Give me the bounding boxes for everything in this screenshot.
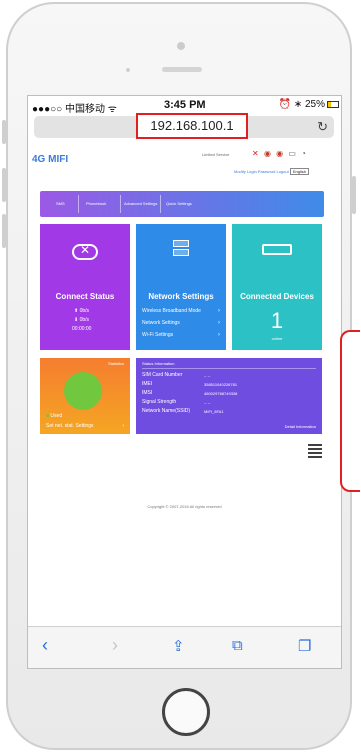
logout-link[interactable]: Logout	[276, 169, 288, 174]
detail-information-link[interactable]: Detail Information	[285, 424, 316, 429]
highlight-callout	[340, 330, 360, 492]
chevron-right-icon: ›	[218, 332, 220, 338]
earpiece-speaker	[162, 67, 202, 72]
chevron-right-icon: ›	[122, 423, 124, 429]
ssid-value: MIFI_5FA1	[204, 409, 224, 414]
back-icon[interactable]: ‹	[42, 635, 48, 656]
disconnected-icon: ✕	[80, 243, 91, 257]
device-count: 1	[270, 308, 284, 333]
menu-phonebook[interactable]: Phonebook	[86, 201, 106, 206]
tabs-icon[interactable]: ❐	[298, 637, 311, 655]
home-button[interactable]	[162, 688, 210, 736]
service-status: Limited Service	[202, 152, 230, 157]
sms-icon: ◉	[276, 149, 284, 158]
imei-value: 358511040226781	[204, 382, 238, 387]
sim-icon: ◉	[263, 149, 271, 158]
screen: ●●●○○ 中国移动 ᯤ 3:45 PM ⏰ ∗ 25% 192.168.100…	[27, 95, 342, 669]
chevron-right-icon: ›	[218, 320, 220, 326]
header-links: Modify Login Password Logout English	[234, 168, 309, 175]
download-rate: ⬇ 0b/s	[74, 317, 89, 323]
qr-code-icon	[308, 444, 322, 458]
clock: 3:45 PM	[164, 99, 206, 111]
connected-devices-card[interactable]: Connected Devices 1 online	[232, 224, 322, 350]
brand-logo: 4G MIFI	[32, 154, 69, 165]
menu-advanced-settings[interactable]: Advanced Settings	[124, 201, 157, 206]
menu-divider	[160, 195, 161, 213]
sim-card-label: SIM Card Number	[142, 372, 183, 378]
net-stat-settings-link[interactable]: Set net. stat. Settings	[46, 423, 94, 429]
status-information-title: Status Information	[142, 361, 175, 366]
divider	[142, 368, 316, 369]
address-bar[interactable]: 192.168.100.1 ↻	[34, 113, 334, 139]
signal-x-icon: ✕	[252, 149, 259, 158]
bookmarks-icon[interactable]: ⧉	[232, 637, 243, 654]
server-icon	[173, 240, 189, 260]
battery-icon	[327, 101, 339, 108]
connection-duration: 00:00:00	[72, 326, 92, 332]
forward-icon[interactable]: ›	[112, 635, 118, 656]
wireless-broadband-mode-link[interactable]: Wireless Broadband Mode	[142, 308, 201, 314]
imsi-label: IMSI	[142, 390, 153, 396]
statistics-title: Statistics	[107, 361, 124, 366]
menu-divider	[120, 195, 121, 213]
upload-value: 0b/s	[79, 308, 90, 314]
connected-devices-title: Connected Devices	[240, 292, 314, 301]
share-icon[interactable]: ⇪	[172, 637, 185, 655]
battery-text: ⏰ ∗ 25%	[278, 99, 325, 110]
signal-strength-label: Signal Strength	[142, 399, 177, 405]
used-legend-label: Used	[50, 413, 63, 419]
upload-rate: ⬆ 0b/s	[74, 308, 89, 314]
language-select[interactable]: English	[289, 168, 309, 175]
usage-pie-chart	[64, 372, 102, 410]
statistics-card: Statistics ■ Used Set net. stat. Setting…	[40, 358, 130, 434]
url-field[interactable]: 192.168.100.1	[136, 113, 248, 139]
menu-quick-settings[interactable]: Quick Settings	[166, 201, 192, 206]
connect-status-card[interactable]: ✕ Connect Status ⬆ 0b/s ⬇ 0b/s 00:00:00	[40, 224, 130, 350]
used-legend: ■ Used	[46, 413, 62, 419]
signal-strength-value: -- --	[204, 400, 211, 405]
network-settings-link[interactable]: Network Settings	[142, 320, 180, 326]
chevron-right-icon: ›	[218, 308, 220, 314]
connect-status-title: Connect Status	[55, 292, 115, 301]
menu-sms[interactable]: SMS	[56, 201, 65, 206]
main-menu: SMS Phonebook Advanced Settings Quick Se…	[40, 191, 324, 217]
ssid-label: Network Name(SSID)	[142, 408, 191, 414]
copyright-text: Copyright © 2007-2016 All rights reserve…	[147, 504, 222, 509]
power-button[interactable]	[352, 176, 356, 214]
reload-icon[interactable]: ↻	[317, 119, 328, 135]
modify-password-link[interactable]: Modify Login Password	[234, 169, 275, 174]
router-admin-page: 4G MIFI Limited Service ✕ ◉ ◉ ▭ ◔ Modify…	[28, 146, 341, 626]
header-status-icons: ✕ ◉ ◉ ▭ ◔	[252, 149, 309, 158]
front-camera	[177, 42, 185, 50]
safari-toolbar: ‹ › ⇪ ⧉ ❐	[28, 626, 341, 668]
sim-card-value: -- --	[204, 373, 211, 378]
status-information-card: Status Information SIM Card Number -- --…	[136, 358, 322, 434]
device-online-label: online	[271, 336, 283, 341]
status-bar: ●●●○○ 中国移动 ᯤ 3:45 PM ⏰ ∗ 25%	[28, 96, 341, 115]
imsi-value: 460029768749338	[204, 391, 238, 396]
menu-divider	[78, 195, 79, 213]
router-device-icon	[262, 244, 292, 255]
wifi-icon: ◔	[301, 149, 307, 158]
download-value: 0b/s	[79, 317, 90, 323]
network-settings-card[interactable]: Network Settings Wireless Broadband Mode…	[136, 224, 226, 350]
wifi-settings-link[interactable]: Wi-Fi Settings	[142, 332, 173, 338]
sensor-dot	[126, 68, 130, 72]
carrier-label: ●●●○○ 中国移动 ᯤ	[32, 104, 117, 115]
battery-status-icon: ▭	[288, 149, 296, 158]
network-settings-title: Network Settings	[148, 292, 214, 301]
imei-label: IMEI	[142, 381, 153, 387]
